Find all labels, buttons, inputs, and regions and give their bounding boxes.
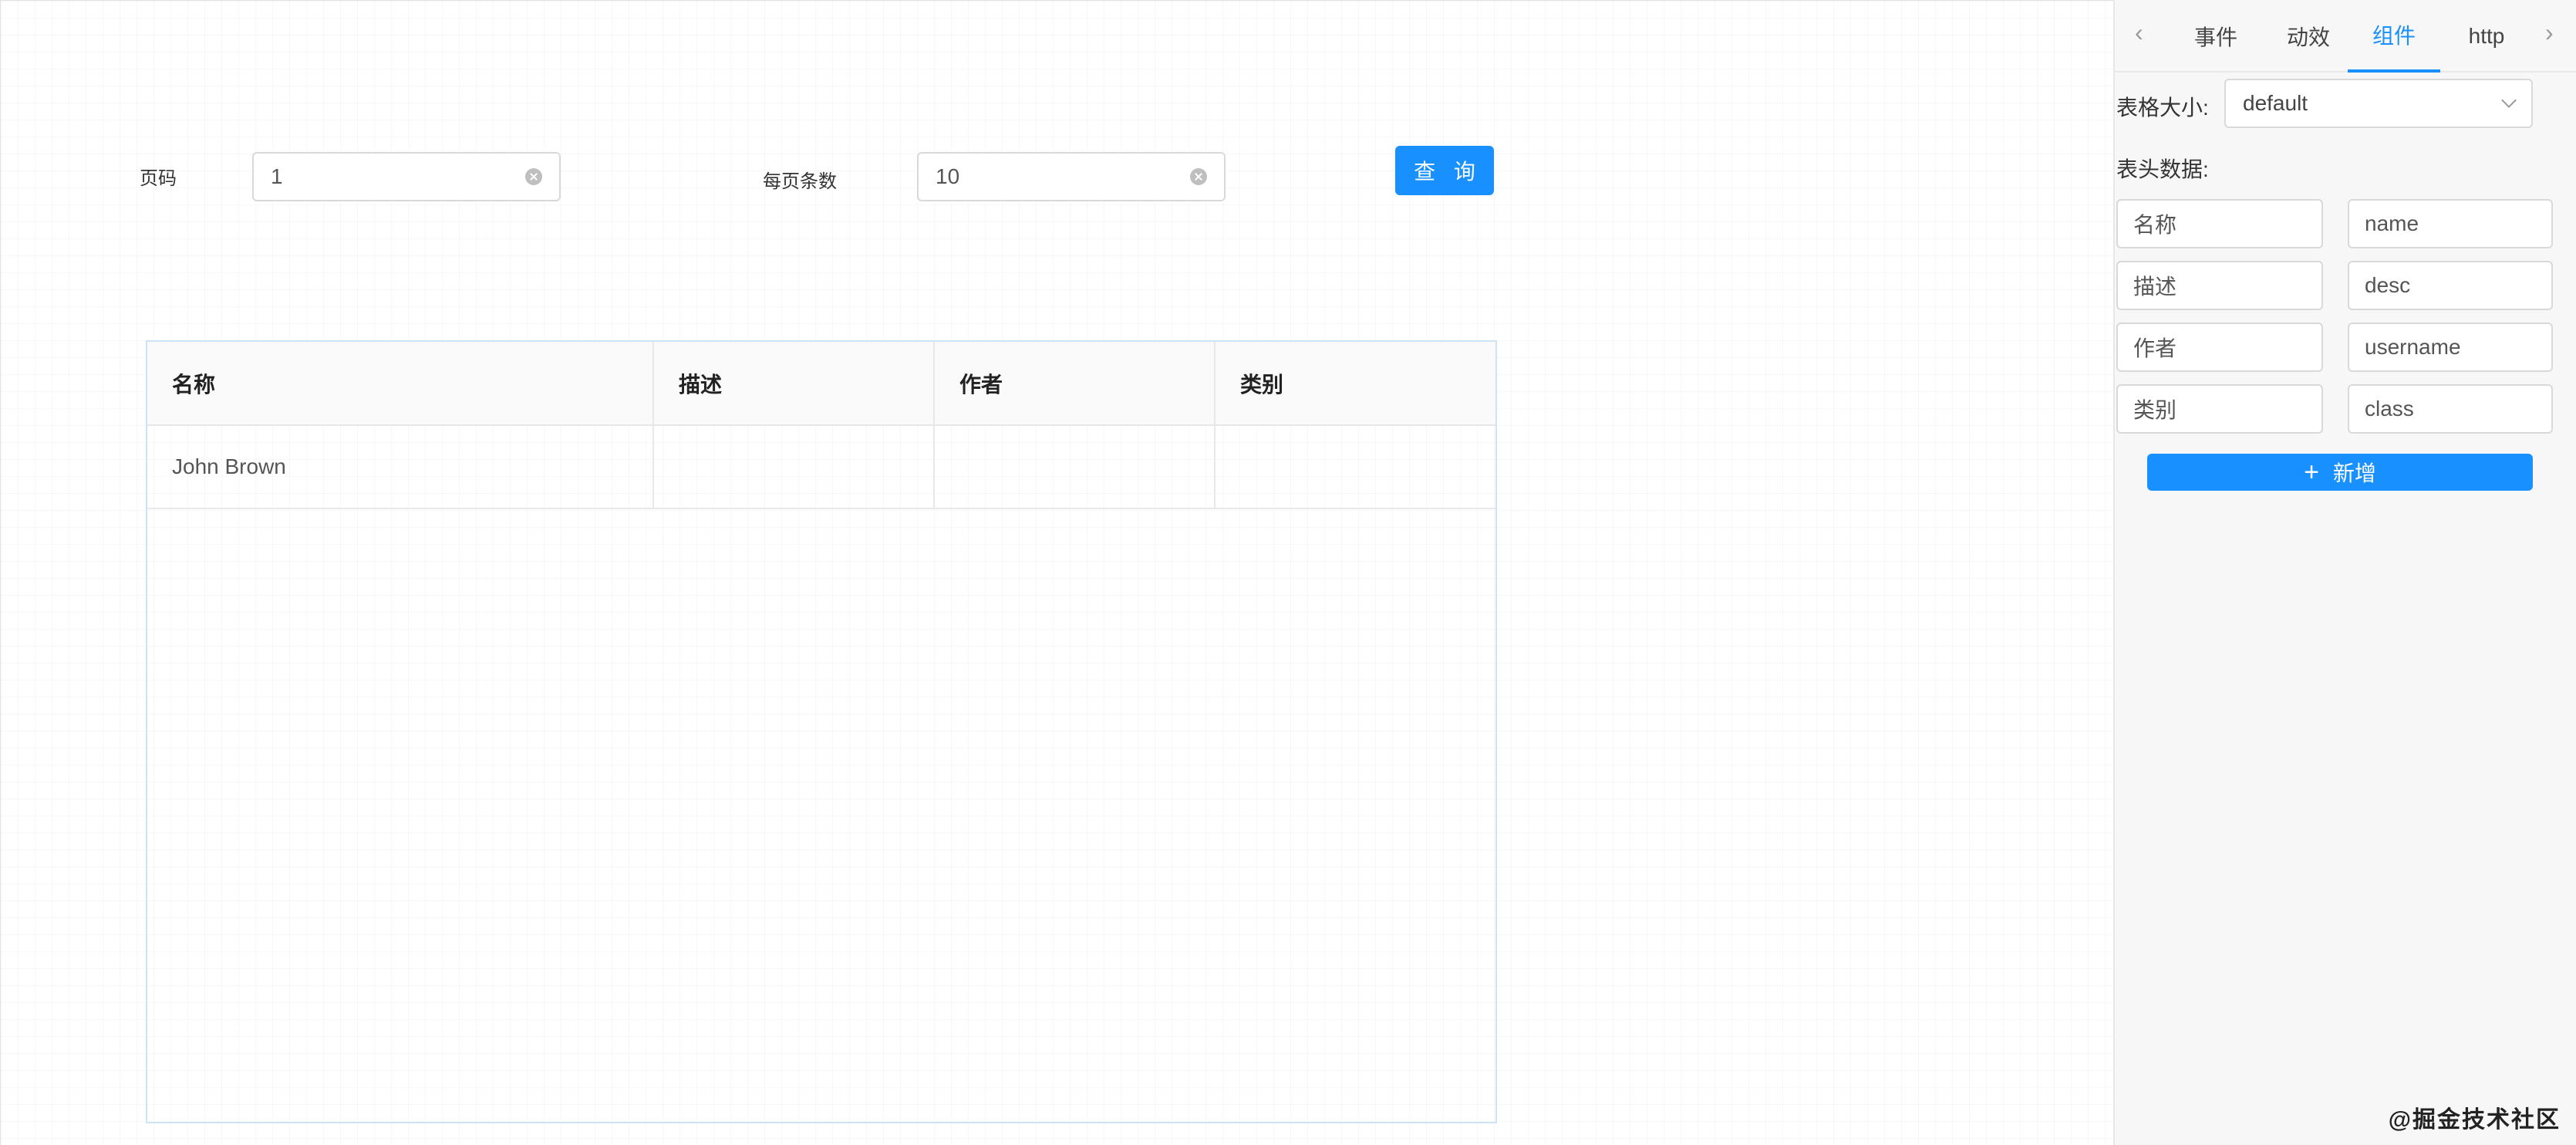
watermark: @掘金技术社区 <box>2388 1107 2561 1133</box>
table-cell <box>653 425 935 509</box>
page-size-label: 每页条数 <box>763 171 837 192</box>
chevron-left-icon[interactable]: ‹ <box>2135 19 2143 47</box>
header-title-field[interactable]: 作者 <box>2116 323 2323 372</box>
tab-animation[interactable]: 动效 <box>2266 0 2351 73</box>
close-circle-icon[interactable] <box>1190 168 1207 185</box>
header-key-field[interactable]: username <box>2348 323 2553 372</box>
chevron-down-icon <box>2501 93 2517 108</box>
header-key-field[interactable]: desc <box>2348 261 2553 310</box>
page-input[interactable]: 1 <box>252 152 561 201</box>
table-cell <box>934 425 1216 509</box>
table-size-select[interactable]: default <box>2224 79 2533 128</box>
page-label: 页码 <box>140 168 177 189</box>
table-size-value: default <box>2243 91 2308 115</box>
header-title-field[interactable]: 类别 <box>2116 384 2323 434</box>
header-key-field[interactable]: class <box>2348 384 2553 434</box>
chevron-right-icon[interactable]: › <box>2545 19 2554 47</box>
header-data-label: 表头数据: <box>2116 157 2209 181</box>
table-size-label: 表格大小: <box>2116 96 2209 120</box>
add-header-button-label: 新增 <box>2332 461 2376 485</box>
canvas: 页码 1 每页条数 10 查 询 名称 描述 作者 类别 John Brown <box>0 0 2113 1145</box>
header-key-field[interactable]: name <box>2348 199 2553 248</box>
column-header-name[interactable]: 名称 <box>147 342 654 426</box>
table-header-row: 名称 描述 作者 类别 <box>147 342 1495 426</box>
settings-panel: ‹ 事件 动效 组件 http › 表格大小: default 表头数据: 名称… <box>2113 0 2576 1145</box>
column-header-desc[interactable]: 描述 <box>653 342 935 426</box>
column-header-author[interactable]: 作者 <box>934 342 1216 426</box>
query-button[interactable]: 查 询 <box>1395 146 1494 195</box>
tab-events[interactable]: 事件 <box>2173 0 2258 73</box>
page-input-value: 1 <box>271 164 283 188</box>
header-title-field[interactable]: 描述 <box>2116 261 2323 310</box>
panel-tabs: ‹ 事件 动效 组件 http › <box>2115 0 2576 73</box>
column-header-class[interactable]: 类别 <box>1215 342 1495 426</box>
close-circle-icon[interactable] <box>525 168 542 185</box>
plus-icon: + <box>2304 458 2319 487</box>
header-title-field[interactable]: 名称 <box>2116 199 2323 248</box>
table-row[interactable]: John Brown <box>147 425 1495 509</box>
table-cell <box>1215 425 1495 509</box>
data-table: 名称 描述 作者 类别 John Brown <box>146 340 1497 1123</box>
page-size-input-value: 10 <box>936 164 960 188</box>
tab-components[interactable]: 组件 <box>2348 0 2440 73</box>
tab-http[interactable]: http <box>2442 0 2531 73</box>
page-size-input[interactable]: 10 <box>917 152 1226 201</box>
add-header-button[interactable]: + 新增 <box>2147 454 2533 491</box>
table-cell: John Brown <box>147 425 654 509</box>
